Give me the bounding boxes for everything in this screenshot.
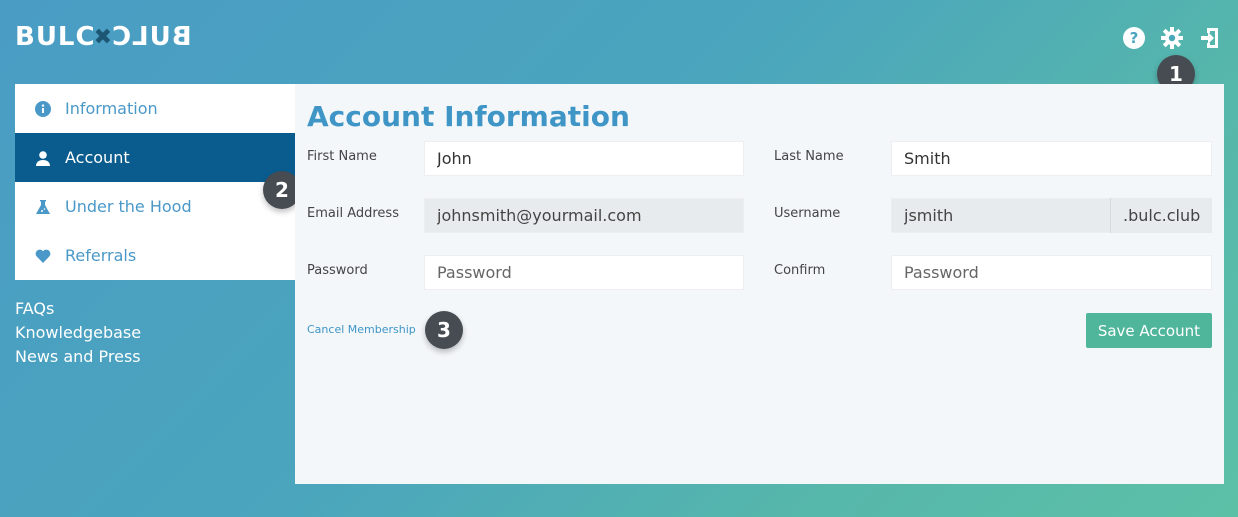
sidebar-nav: Information Account Under the Hood Refer… xyxy=(15,84,295,280)
sidebar-item-account[interactable]: Account xyxy=(15,133,295,182)
save-account-button[interactable]: Save Account xyxy=(1085,313,1212,348)
sidebar-item-referrals[interactable]: Referrals xyxy=(15,231,295,280)
flask-icon xyxy=(35,199,51,215)
email-field[interactable] xyxy=(424,198,744,233)
last-name-label: Last Name xyxy=(774,149,844,164)
logo[interactable]: BULC ✖ BULC xyxy=(15,22,192,52)
heart-icon xyxy=(35,248,51,264)
password-field[interactable] xyxy=(424,255,744,290)
username-domain-suffix: .bulc.club xyxy=(1110,198,1212,233)
logout-icon[interactable] xyxy=(1198,26,1222,50)
username-field[interactable] xyxy=(891,198,1111,233)
page-title: Account Information xyxy=(307,100,630,133)
user-icon xyxy=(35,150,51,166)
sidebar-item-under-the-hood[interactable]: Under the Hood xyxy=(15,182,295,231)
logo-text-left: BULC xyxy=(15,22,96,52)
email-label: Email Address xyxy=(307,206,399,221)
gear-icon[interactable] xyxy=(1160,26,1184,50)
password-label: Password xyxy=(307,263,368,278)
account-panel: Account Information First Name Last Name… xyxy=(295,84,1224,484)
last-name-field[interactable] xyxy=(891,141,1212,176)
info-icon xyxy=(35,100,51,117)
footer-links: FAQs Knowledgebase News and Press xyxy=(15,297,141,369)
faqs-link[interactable]: FAQs xyxy=(15,297,141,321)
sidebar-item-information[interactable]: Information xyxy=(15,84,295,133)
knowledgebase-link[interactable]: Knowledgebase xyxy=(15,321,141,345)
sidebar-item-label: Referrals xyxy=(65,246,137,265)
sidebar-item-label: Under the Hood xyxy=(65,197,192,216)
header-icons: ? xyxy=(1122,26,1222,50)
annotation-badge-3: 3 xyxy=(425,311,463,349)
first-name-field[interactable] xyxy=(424,141,744,176)
confirm-label: Confirm xyxy=(774,263,826,278)
sidebar-item-label: Account xyxy=(65,148,130,167)
confirm-password-field[interactable] xyxy=(891,255,1212,290)
sidebar-item-label: Information xyxy=(65,99,158,118)
logo-text-right: BULC xyxy=(111,22,192,52)
news-and-press-link[interactable]: News and Press xyxy=(15,345,141,369)
first-name-label: First Name xyxy=(307,149,377,164)
cancel-membership-link[interactable]: Cancel Membership xyxy=(307,323,416,336)
username-label: Username xyxy=(774,206,841,221)
help-icon[interactable]: ? xyxy=(1122,26,1146,50)
svg-text:?: ? xyxy=(1130,29,1139,47)
